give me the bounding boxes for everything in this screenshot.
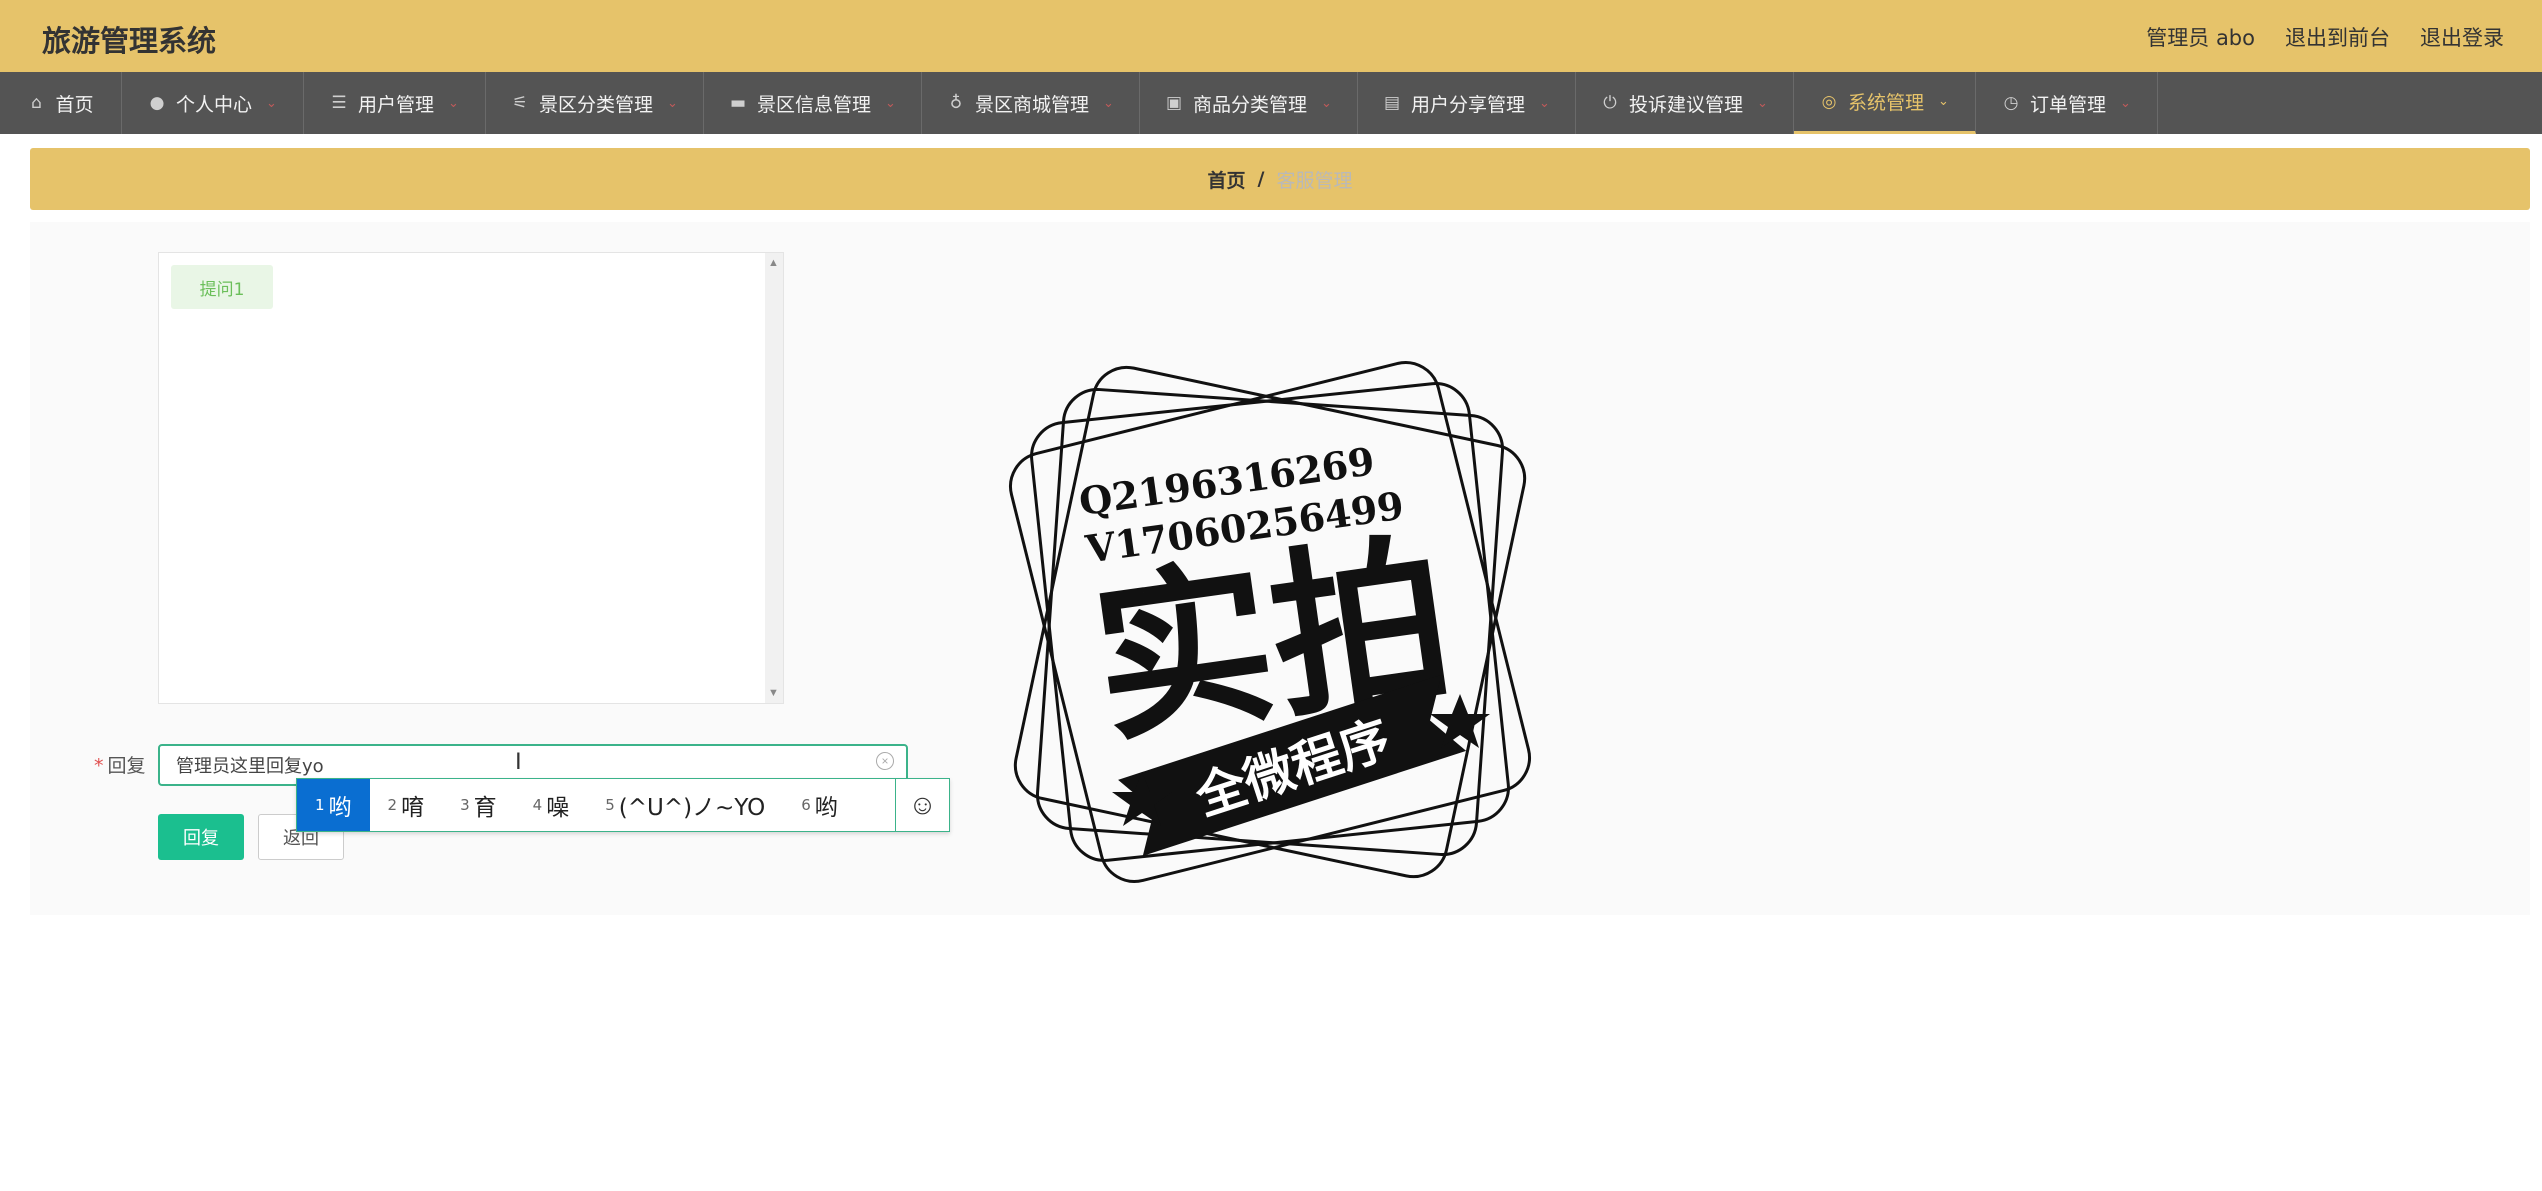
- admin-user-label: 管理员 abo: [2146, 26, 2255, 50]
- nav-item-label: 景区分类管理: [539, 93, 654, 116]
- text-cursor-icon: I: [515, 748, 522, 775]
- chat-message: 提问1: [171, 265, 273, 309]
- required-mark: *: [94, 755, 104, 777]
- nav-item-order-management[interactable]: ◷ 订单管理 ⌄: [1976, 72, 2158, 134]
- breadcrumb: 首页 / 客服管理: [30, 148, 2530, 210]
- reply-label-text: 回复: [107, 755, 146, 777]
- ime-candidate-text: 育: [473, 795, 497, 821]
- nav-item-label: 用户分享管理: [1411, 93, 1526, 116]
- watermark-stamp: Q2196316269 V17060256499 实拍 全微程序: [1009, 361, 1531, 883]
- nav-item-home[interactable]: ⌂ 首页: [0, 72, 122, 134]
- chevron-down-icon: ⌄: [266, 95, 277, 111]
- nav-item-system-management[interactable]: ◎ 系统管理 ⌄: [1794, 72, 1976, 134]
- chevron-down-icon: ⌄: [1103, 95, 1114, 111]
- logout-link[interactable]: 退出登录: [2420, 22, 2504, 52]
- chevron-down-icon: ⌄: [1757, 95, 1768, 111]
- clear-icon[interactable]: ×: [876, 752, 894, 770]
- briefcase-icon: ▤: [1384, 93, 1401, 113]
- breadcrumb-home[interactable]: 首页: [1208, 166, 1246, 193]
- breadcrumb-separator: /: [1257, 168, 1265, 190]
- chevron-down-icon: ⌄: [1539, 95, 1550, 111]
- scroll-up-icon[interactable]: ▲: [768, 257, 779, 269]
- sliders-icon: ⚟: [512, 93, 528, 113]
- nav-item-personal-center[interactable]: ● 个人中心 ⌄: [122, 72, 304, 134]
- nav-item-label: 用户管理: [358, 93, 435, 116]
- ime-candidate-text: 哟: [328, 795, 352, 821]
- ime-candidate-number: 2: [387, 796, 398, 814]
- ime-candidate-bar: 1哟 2唷 3育 4噪 5 (^U^)ノ~YO 6哟 ☺: [296, 778, 950, 832]
- reply-button[interactable]: 回复: [158, 814, 244, 860]
- nav-item-label: 景区信息管理: [757, 93, 872, 116]
- nav-item-label: 订单管理: [2030, 93, 2107, 116]
- nav-item-label: 景区商城管理: [975, 93, 1090, 116]
- app-brand: 旅游管理系统: [42, 24, 217, 58]
- ime-candidate-text: (^U^)ノ~YO: [618, 795, 766, 821]
- nav-item-scenic-info[interactable]: ▬ 景区信息管理 ⌄: [704, 72, 922, 134]
- chevron-down-icon: ⌄: [1321, 95, 1332, 111]
- nav-item-complaints[interactable]: ⏻ 投诉建议管理 ⌄: [1576, 72, 1794, 134]
- chevron-down-icon: ⌄: [2120, 95, 2131, 111]
- chevron-down-icon: ⌄: [1938, 94, 1949, 109]
- ime-candidate[interactable]: 4噪: [515, 779, 588, 831]
- folder-icon: ▬: [730, 93, 747, 113]
- ime-candidate-number: 6: [801, 796, 811, 814]
- chevron-down-icon: ⌄: [667, 95, 678, 111]
- nav-item-user-share[interactable]: ▤ 用户分享管理 ⌄: [1358, 72, 1576, 134]
- main-nav: ⌂ 首页 ● 个人中心 ⌄ ☰ 用户管理 ⌄ ⚟ 景区分类管理 ⌄ ▬ 景区信息…: [0, 72, 2542, 134]
- user-icon: ●: [149, 93, 165, 113]
- ime-candidate-number: 4: [532, 796, 543, 814]
- clock-icon: ◷: [2003, 93, 2019, 113]
- nav-item-product-category[interactable]: ▣ 商品分类管理 ⌄: [1140, 72, 1358, 134]
- ime-candidate[interactable]: 3育: [442, 779, 515, 831]
- list-icon: ☰: [331, 93, 347, 113]
- home-icon: ⌂: [31, 93, 42, 113]
- ime-candidate-text: 噪: [546, 795, 570, 821]
- emoji-icon[interactable]: ☺: [895, 779, 949, 831]
- nav-item-scenic-mall[interactable]: ♁ 景区商城管理 ⌄: [922, 72, 1140, 134]
- nav-item-user-management[interactable]: ☰ 用户管理 ⌄: [304, 72, 486, 134]
- nav-item-label: 系统管理: [1848, 92, 1925, 114]
- power-icon: ⏻: [1603, 93, 1617, 113]
- top-header: 旅游管理系统 管理员 abo 退出到前台 退出登录: [0, 0, 2542, 72]
- nav-item-label: 首页: [55, 93, 94, 116]
- scroll-down-icon[interactable]: ▼: [768, 687, 779, 699]
- ime-candidate-text: 唷: [401, 795, 425, 821]
- mic-icon: ♁: [949, 93, 963, 113]
- exit-to-front-link[interactable]: 退出到前台: [2285, 22, 2390, 52]
- ime-candidate-number: 5: [605, 796, 615, 814]
- compass-icon: ◎: [1821, 91, 1837, 112]
- ime-candidate-number: 3: [460, 796, 470, 814]
- breadcrumb-current: 客服管理: [1276, 169, 1353, 192]
- clipboard-icon: ▣: [1166, 93, 1183, 113]
- chat-scrollbar[interactable]: ▲ ▼: [765, 253, 783, 703]
- header-actions: 管理员 abo 退出到前台 退出登录: [2146, 22, 2504, 52]
- nav-item-scenic-category[interactable]: ⚟ 景区分类管理 ⌄: [486, 72, 704, 134]
- chevron-down-icon: ⌄: [448, 95, 459, 111]
- ime-candidate[interactable]: 1哟: [297, 779, 370, 831]
- ime-candidate[interactable]: 2唷: [370, 779, 443, 831]
- chat-history[interactable]: 提问1 ▲ ▼: [158, 252, 784, 704]
- ime-candidate[interactable]: 5 (^U^)ノ~YO: [587, 779, 783, 831]
- ime-candidate[interactable]: 6哟: [783, 779, 856, 831]
- reply-label: * 回复: [94, 751, 146, 778]
- ime-candidate-number: 1: [315, 796, 325, 814]
- nav-item-label: 投诉建议管理: [1629, 93, 1744, 116]
- ime-candidate-text: 哟: [814, 795, 838, 821]
- chevron-down-icon: ⌄: [885, 95, 896, 111]
- nav-item-label: 商品分类管理: [1193, 93, 1308, 116]
- nav-item-label: 个人中心: [176, 93, 253, 116]
